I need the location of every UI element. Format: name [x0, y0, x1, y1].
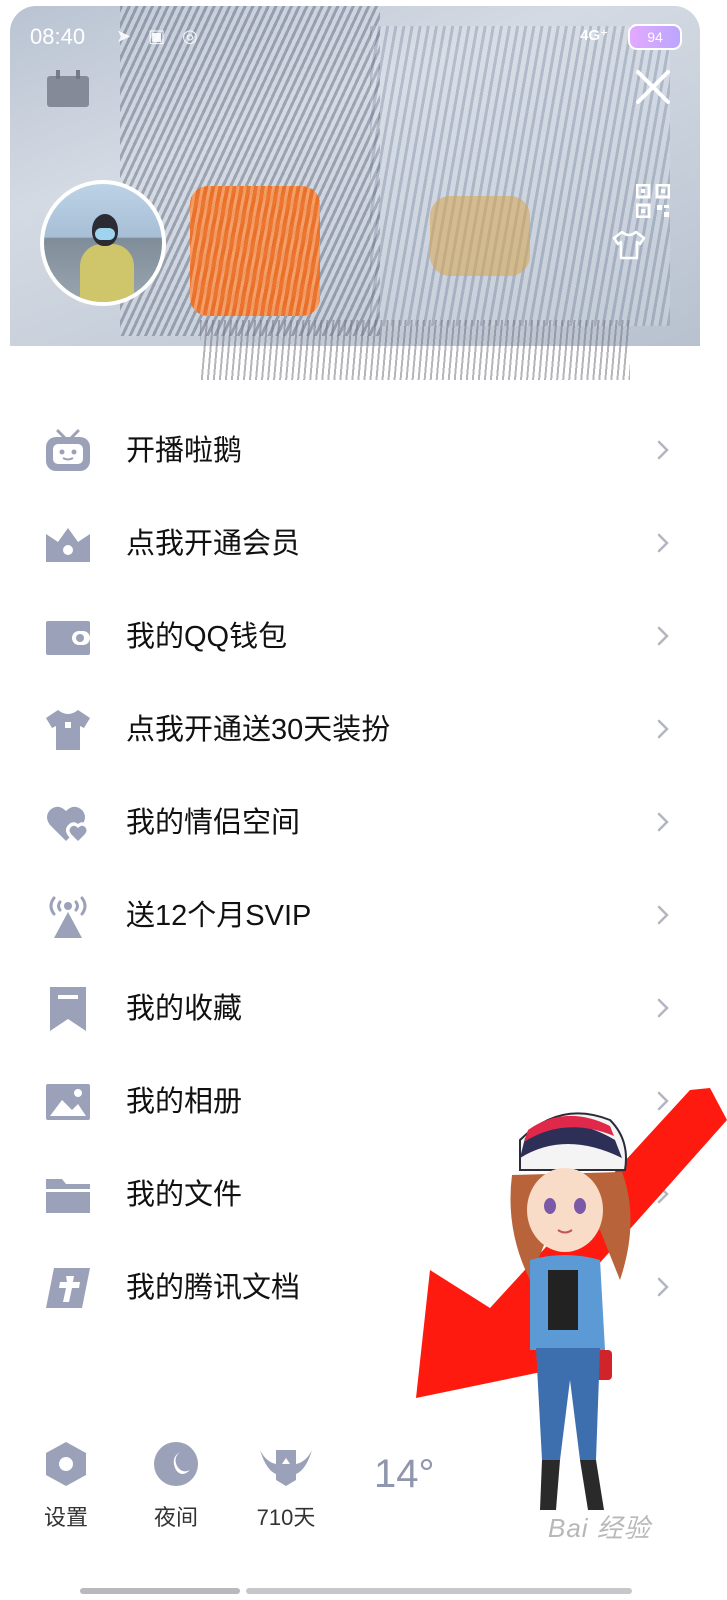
- broadcast-icon: [49, 896, 87, 938]
- menu-label: 我的腾讯文档: [126, 1272, 301, 1304]
- scribble-redaction: [190, 186, 320, 316]
- menu-item-svip[interactable]: 送12个月SVIP: [0, 870, 727, 963]
- network-indicator: 4G⁺: [580, 27, 608, 44]
- settings-label: 设置: [43, 1505, 88, 1530]
- tshirt-skin-icon[interactable]: [612, 230, 646, 260]
- battery-indicator: 94: [628, 24, 682, 50]
- menu-label: 我的文件: [126, 1179, 243, 1211]
- chevron-right-icon: [657, 1277, 669, 1297]
- weather-temperature[interactable]: 14°: [374, 1452, 435, 1497]
- chevron-right-icon: [657, 626, 669, 646]
- chevron-right-icon: [657, 812, 669, 832]
- chevron-right-icon: [657, 719, 669, 739]
- menu-item-wallet[interactable]: 我的QQ钱包: [0, 591, 727, 684]
- tv-robot-icon: [46, 429, 90, 471]
- night-mode-label: 夜间: [153, 1505, 198, 1530]
- settings-hexagon-icon: [46, 1442, 86, 1486]
- menu-item-album[interactable]: 我的相册: [0, 1056, 727, 1149]
- settings-button[interactable]: 设置: [26, 1440, 106, 1532]
- chevron-right-icon: [657, 905, 669, 925]
- chevron-right-icon: [657, 533, 669, 553]
- hearts-icon: [47, 806, 90, 846]
- menu-item-favorites[interactable]: 我的收藏: [0, 963, 727, 1056]
- active-days-label: 710天: [256, 1505, 316, 1530]
- docs-icon: [46, 1268, 90, 1308]
- chevron-right-icon: [657, 1184, 669, 1204]
- night-mode-button[interactable]: 夜间: [136, 1440, 216, 1532]
- home-indicator: [80, 1588, 240, 1594]
- scribble-redaction: [200, 320, 630, 380]
- notification-icons: ➤ ▣ ◎: [116, 26, 204, 46]
- menu-label: 我的收藏: [126, 993, 243, 1025]
- chevron-right-icon: [657, 998, 669, 1018]
- menu-item-tencent-docs[interactable]: 我的腾讯文档: [0, 1242, 727, 1335]
- winged-badge-icon: [260, 1450, 312, 1486]
- scribble-redaction: [370, 26, 670, 326]
- menu-label: 我的QQ钱包: [126, 621, 288, 653]
- menu-label: 送12个月SVIP: [126, 900, 312, 932]
- scribble-redaction: [430, 196, 530, 276]
- menu-item-files[interactable]: 我的文件: [0, 1149, 727, 1242]
- menu-label: 开播啦鹅: [126, 435, 243, 467]
- avatar[interactable]: [40, 180, 166, 306]
- bookmark-icon: [50, 987, 86, 1031]
- photo-icon: [46, 1084, 90, 1120]
- menu-item-couple[interactable]: 我的情侣空间: [0, 777, 727, 870]
- menu-label: 点我开通会员: [126, 528, 301, 560]
- menu-item-vip[interactable]: 点我开通会员: [0, 498, 727, 591]
- chevron-right-icon: [657, 1091, 669, 1111]
- close-icon[interactable]: [634, 68, 672, 106]
- menu-label: 点我开通送30天装扮: [126, 714, 391, 746]
- qr-code-icon[interactable]: [636, 184, 670, 218]
- chevron-right-icon: [657, 440, 669, 460]
- menu-label: 我的情侣空间: [126, 807, 301, 839]
- wallet-icon: [46, 621, 90, 655]
- watermark: Bai 经验: [548, 1513, 651, 1543]
- side-menu: 开播啦鹅 点我开通会员 我的QQ钱包 点我开通送30天装扮 我的情侣空间 送12…: [0, 405, 727, 1335]
- status-time: 08:40: [30, 24, 86, 49]
- crown-icon: [46, 528, 90, 562]
- home-indicator: [246, 1588, 632, 1594]
- folder-icon: [46, 1179, 90, 1213]
- active-days-button[interactable]: 710天: [246, 1440, 326, 1532]
- tshirt-icon: [46, 710, 90, 750]
- status-bar: 08:40 ➤ ▣ ◎ 4G⁺ 94: [30, 22, 690, 56]
- menu-label: 我的相册: [126, 1086, 243, 1118]
- menu-item-live[interactable]: 开播啦鹅: [0, 405, 727, 498]
- calendar-icon[interactable]: [46, 70, 90, 108]
- moon-icon: [154, 1442, 198, 1486]
- menu-item-dressup[interactable]: 点我开通送30天装扮: [0, 684, 727, 777]
